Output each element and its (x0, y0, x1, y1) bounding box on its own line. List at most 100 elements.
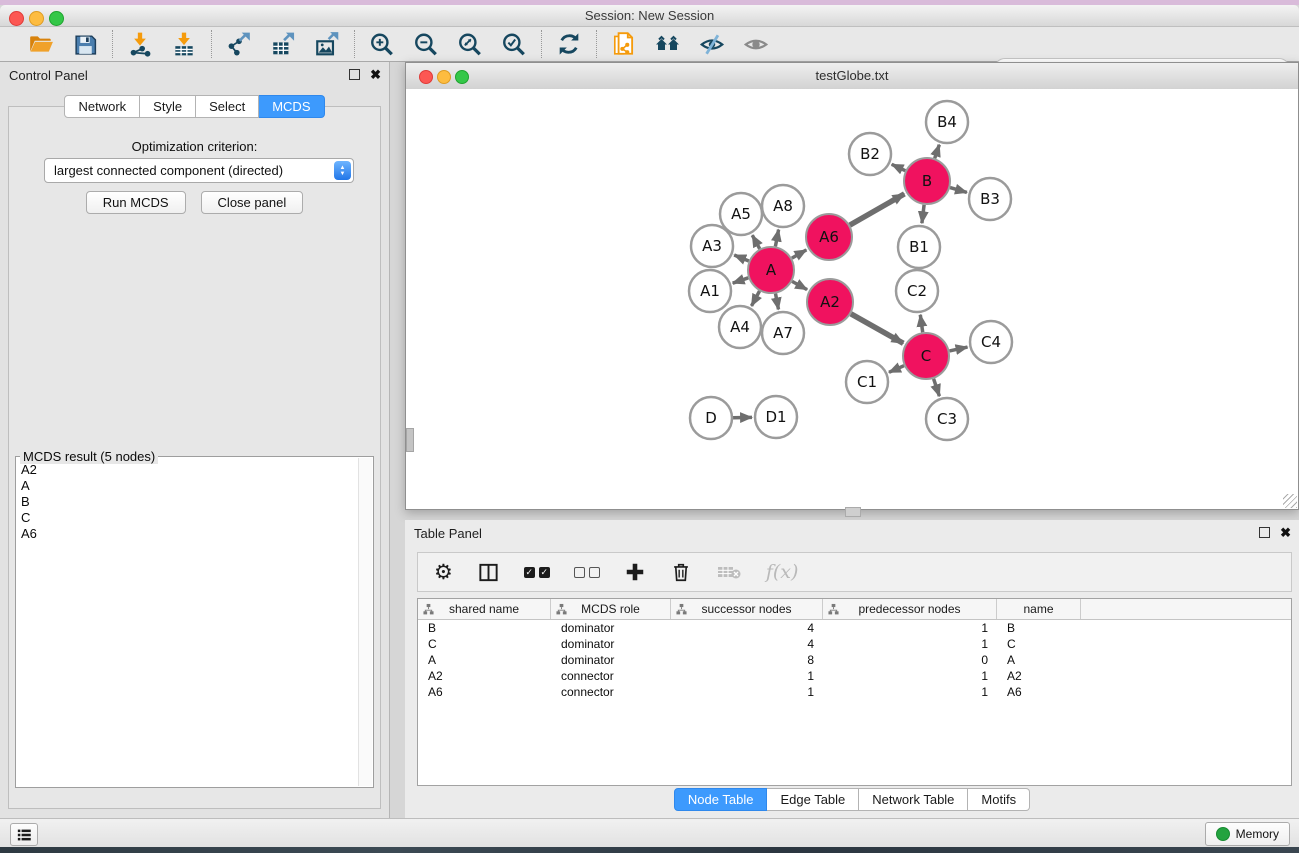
graph-node-A[interactable]: A (748, 247, 794, 293)
graph-node-A3[interactable]: A3 (691, 225, 733, 267)
import-table-icon[interactable] (171, 31, 197, 57)
edge-B-B1[interactable] (922, 205, 924, 223)
tab-node-table[interactable]: Node Table (674, 788, 768, 811)
graph-node-D1[interactable]: D1 (755, 396, 797, 438)
function-builder-icon[interactable]: f(x) (766, 559, 799, 585)
tab-style[interactable]: Style (140, 95, 196, 118)
run-mcds-button[interactable]: Run MCDS (86, 191, 186, 214)
select-all-columns-icon[interactable]: ✓✓ (524, 559, 550, 585)
horizontal-splitter-handle[interactable] (845, 507, 861, 517)
edge-A-A5[interactable] (752, 235, 759, 249)
graph-node-B[interactable]: B (904, 158, 950, 204)
mcds-result-item[interactable]: A6 (18, 526, 357, 542)
mcds-result-list[interactable]: A2ABCA6 (18, 462, 357, 785)
delete-column-icon[interactable] (670, 559, 692, 585)
edge-A-A1[interactable] (733, 278, 749, 283)
table-row[interactable]: Adominator80A (418, 652, 1291, 668)
table-row[interactable]: A2connector11A2 (418, 668, 1291, 684)
mcds-result-item[interactable]: A2 (18, 462, 357, 478)
graph-node-A2[interactable]: A2 (807, 279, 853, 325)
left-splitter-handle[interactable] (406, 428, 414, 452)
graph-node-A4[interactable]: A4 (719, 306, 761, 348)
float-panel-icon[interactable] (1259, 527, 1270, 538)
graph-node-C[interactable]: C (903, 333, 949, 379)
unselect-all-columns-icon[interactable] (574, 559, 600, 585)
graph-node-B3[interactable]: B3 (969, 178, 1011, 220)
table-row[interactable]: Bdominator41B (418, 620, 1291, 636)
tab-network[interactable]: Network (64, 95, 140, 118)
refresh-icon[interactable] (556, 31, 582, 57)
graph-node-B4[interactable]: B4 (926, 101, 968, 143)
column-header-MCDS-role[interactable]: MCDS role (551, 599, 671, 619)
open-session-icon[interactable] (28, 31, 54, 57)
mcds-result-item[interactable]: B (18, 494, 357, 510)
zoom-selected-icon[interactable] (501, 31, 527, 57)
zoom-in-icon[interactable] (369, 31, 395, 57)
graph-node-A7[interactable]: A7 (762, 312, 804, 354)
settings-gear-icon[interactable]: ⚙ (434, 559, 453, 585)
tab-motifs[interactable]: Motifs (968, 788, 1030, 811)
mcds-result-item[interactable]: C (18, 510, 357, 526)
close-panel-icon[interactable]: ✖ (370, 69, 381, 80)
column-header-successor-nodes[interactable]: successor nodes (671, 599, 823, 619)
criterion-dropdown[interactable]: largest connected component (directed) ▲… (44, 158, 354, 183)
tab-edge-table[interactable]: Edge Table (767, 788, 859, 811)
hide-visual-properties-icon[interactable] (699, 31, 725, 57)
edge-B-B4[interactable] (935, 145, 940, 159)
export-image-icon[interactable] (314, 31, 340, 57)
tab-mcds[interactable]: MCDS (259, 95, 324, 118)
edge-A-A3[interactable] (734, 255, 749, 261)
edge-C-C4[interactable] (950, 347, 968, 351)
tab-network-table[interactable]: Network Table (859, 788, 968, 811)
float-panel-icon[interactable] (349, 69, 360, 80)
edge-C-C1[interactable] (889, 366, 904, 373)
create-column-icon[interactable] (624, 559, 646, 585)
new-network-icon[interactable] (611, 31, 637, 57)
save-session-icon[interactable] (72, 31, 98, 57)
tab-select[interactable]: Select (196, 95, 259, 118)
column-header-shared-name[interactable]: shared name (418, 599, 551, 619)
column-layout-icon[interactable] (477, 559, 500, 585)
export-table-icon[interactable] (270, 31, 296, 57)
import-network-icon[interactable] (127, 31, 153, 57)
edge-A-A8[interactable] (775, 230, 778, 247)
graph-node-B1[interactable]: B1 (898, 226, 940, 268)
zoom-out-icon[interactable] (413, 31, 439, 57)
edge-B-B3[interactable] (950, 188, 967, 193)
graph-node-C1[interactable]: C1 (846, 361, 888, 403)
graph-node-A5[interactable]: A5 (720, 193, 762, 235)
graph-node-C4[interactable]: C4 (970, 321, 1012, 363)
edge-C-C2[interactable] (920, 315, 922, 332)
graph-node-C3[interactable]: C3 (926, 398, 968, 440)
column-header-name[interactable]: name (997, 599, 1081, 619)
window-resize-grip[interactable] (1283, 494, 1297, 508)
edge-A-A2[interactable] (792, 281, 807, 289)
first-neighbors-icon[interactable] (655, 31, 681, 57)
show-visual-properties-icon[interactable] (743, 31, 769, 57)
show-panels-button[interactable] (10, 823, 38, 846)
export-network-icon[interactable] (226, 31, 252, 57)
edge-C-C3[interactable] (934, 379, 940, 396)
edge-A-A7[interactable] (776, 294, 779, 310)
zoom-fit-icon[interactable] (457, 31, 483, 57)
close-panel-button[interactable]: Close panel (201, 191, 304, 214)
edge-A6-B[interactable] (850, 194, 905, 225)
network-window-titlebar[interactable]: testGlobe.txt (406, 63, 1298, 90)
graph-node-B2[interactable]: B2 (849, 133, 891, 175)
graph-node-A1[interactable]: A1 (689, 270, 731, 312)
edge-A-A6[interactable] (792, 250, 807, 258)
table-row[interactable]: A6connector11A6 (418, 684, 1291, 700)
graph-node-A6[interactable]: A6 (806, 214, 852, 260)
mcds-list-scrollbar[interactable] (358, 458, 372, 786)
close-panel-icon[interactable]: ✖ (1280, 527, 1291, 538)
delete-table-icon[interactable] (716, 559, 742, 585)
graph-node-C2[interactable]: C2 (896, 270, 938, 312)
edge-A2-C[interactable] (851, 314, 903, 344)
table-row[interactable]: Cdominator41C (418, 636, 1291, 652)
graph-node-D[interactable]: D (690, 397, 732, 439)
memory-button[interactable]: Memory (1205, 822, 1290, 846)
mcds-result-item[interactable]: A (18, 478, 357, 494)
edge-B-B2[interactable] (892, 164, 906, 170)
edge-A-A4[interactable] (752, 291, 760, 306)
graph-node-A8[interactable]: A8 (762, 185, 804, 227)
